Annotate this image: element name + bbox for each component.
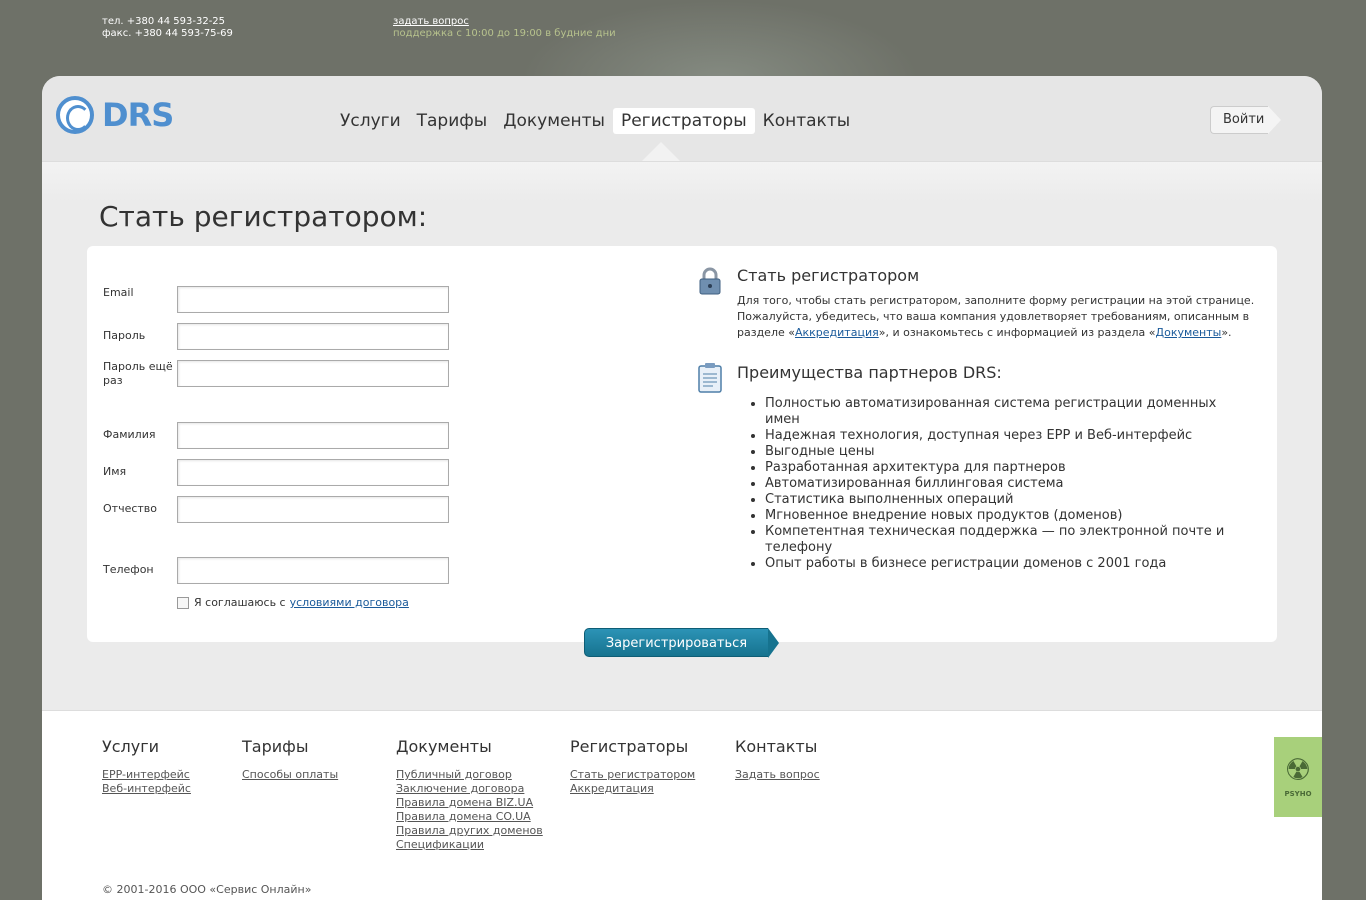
become-registrar-heading: Стать регистратором — [737, 266, 920, 285]
nav-item-registrars[interactable]: Регистраторы — [612, 108, 755, 134]
footer-link[interactable]: Задать вопрос — [735, 768, 820, 782]
logo-icon — [56, 96, 94, 134]
list-item: Разработанная архитектура для партнеров — [765, 460, 1255, 476]
firstname-row: Имя — [103, 459, 449, 486]
lastname-label: Фамилия — [103, 428, 156, 441]
site-header: DRS Услуги Тарифы Документы Регистраторы… — [42, 76, 1322, 162]
password-label: Пароль — [103, 329, 146, 342]
info-text-part-3: ». — [1221, 326, 1232, 339]
site-footer: Услуги EPP-интерфейс Веб-интерфейс Тариф… — [42, 710, 1322, 900]
list-item: Полностью автоматизированная система рег… — [765, 396, 1255, 428]
footer-col-documents: Документы Публичный договор Заключение д… — [396, 737, 543, 852]
lastname-field[interactable] — [177, 422, 449, 449]
footer-heading: Тарифы — [242, 737, 309, 756]
login-button[interactable]: Войти — [1210, 106, 1281, 134]
footer-col-contacts: Контакты Задать вопрос — [735, 737, 820, 782]
list-item: Компетентная техническая поддержка — по … — [765, 524, 1255, 556]
footer-link[interactable]: Правила других доменов — [396, 824, 543, 838]
email-label: Email — [103, 286, 134, 299]
accreditation-link[interactable]: Аккредитация — [795, 326, 879, 339]
lastname-row: Фамилия — [103, 422, 449, 449]
list-item: Надежная технология, доступная через EPP… — [765, 428, 1255, 444]
page-container: DRS Услуги Тарифы Документы Регистраторы… — [42, 76, 1322, 900]
middlename-row: Отчество — [103, 496, 449, 523]
footer-heading: Регистраторы — [570, 737, 689, 756]
become-registrar-block: Стать регистратором Для того, чтобы стат… — [695, 266, 1255, 341]
agree-text: Я соглашаюсь с — [194, 596, 286, 609]
contact-info: тел. +380 44 593-32-25 факс. +380 44 593… — [102, 16, 233, 40]
footer-link[interactable]: Правила домена BIZ.UA — [396, 796, 543, 810]
copyright: © 2001-2016 ООО «Сервис Онлайн» — [102, 883, 312, 896]
logo[interactable]: DRS — [56, 96, 174, 134]
agree-checkbox[interactable] — [177, 596, 189, 609]
password-repeat-field[interactable] — [177, 360, 449, 387]
psyho-label: PSYHO — [1284, 790, 1312, 798]
benefits-heading: Преимущества партнеров DRS: — [737, 363, 1002, 382]
footer-link[interactable]: Спецификации — [396, 838, 543, 852]
page-title: Стать регистратором: — [99, 200, 428, 233]
password-repeat-row: Пароль ещё раз — [103, 360, 449, 388]
password-field[interactable] — [177, 323, 449, 350]
lock-icon — [699, 267, 721, 295]
phone-row: Телефон — [103, 557, 449, 584]
firstname-label: Имя — [103, 465, 127, 478]
footer-link[interactable]: Аккредитация — [570, 782, 695, 796]
nav-item-services[interactable]: Услуги — [332, 108, 409, 134]
list-item: Выгодные цены — [765, 444, 1255, 460]
footer-link[interactable]: Правила домена CO.UA — [396, 810, 543, 824]
footer-heading: Контакты — [735, 737, 818, 756]
info-panel: Стать регистратором Для того, чтобы стат… — [695, 266, 1255, 572]
list-item: Мгновенное внедрение новых продуктов (до… — [765, 508, 1255, 524]
list-item: Статистика выполненных операций — [765, 492, 1255, 508]
footer-link[interactable]: Публичный договор — [396, 768, 543, 782]
middlename-field[interactable] — [177, 496, 449, 523]
password-repeat-label: Пароль ещё раз — [103, 360, 173, 387]
phone-label: Телефон — [103, 563, 154, 576]
email-field[interactable] — [177, 286, 449, 313]
psyho-logo-icon: ☢ — [1284, 753, 1312, 788]
footer-heading: Услуги — [102, 737, 160, 756]
support-info: задать вопрос поддержка с 10:00 до 19:00… — [393, 16, 616, 40]
ask-question-link[interactable]: задать вопрос — [393, 16, 469, 27]
documents-link[interactable]: Документы — [1156, 326, 1222, 339]
footer-link[interactable]: Способы оплаты — [242, 768, 338, 782]
password-row: Пароль — [103, 323, 449, 350]
nav-active-pointer — [642, 142, 680, 161]
phone-number: тел. +380 44 593-32-25 — [102, 16, 226, 27]
phone-field[interactable] — [177, 557, 449, 584]
fax-number: факс. +380 44 593-75-69 — [102, 28, 233, 39]
list-item: Опыт работы в бизнесе регистрации домено… — [765, 556, 1255, 572]
email-row: Email — [103, 286, 449, 313]
psyho-badge[interactable]: ☢ PSYHO — [1274, 737, 1322, 817]
nav-item-tariffs[interactable]: Тарифы — [409, 108, 496, 134]
agree-row: Я соглашаюсь с условиями договора — [177, 596, 409, 609]
info-text-part-2: », и ознакомьтесь с информацией из разде… — [878, 326, 1156, 339]
become-registrar-text: Для того, чтобы стать регистратором, зап… — [737, 293, 1255, 341]
contract-terms-link[interactable]: условиями договора — [290, 596, 409, 609]
benefits-list: Полностью автоматизированная система рег… — [737, 396, 1255, 572]
footer-heading: Документы — [396, 737, 492, 756]
nav-item-documents[interactable]: Документы — [495, 108, 613, 134]
firstname-field[interactable] — [177, 459, 449, 486]
footer-col-services: Услуги EPP-интерфейс Веб-интерфейс — [102, 737, 191, 796]
list-item: Автоматизированная биллинговая система — [765, 476, 1255, 492]
support-hours: поддержка с 10:00 до 19:00 в будние дни — [393, 28, 616, 39]
registration-card: Email Пароль Пароль ещё раз Фамилия Имя … — [87, 246, 1277, 642]
logo-text: DRS — [102, 96, 174, 134]
footer-link[interactable]: Стать регистратором — [570, 768, 695, 782]
footer-col-registrars: Регистраторы Стать регистратором Аккреди… — [570, 737, 695, 796]
footer-col-tariffs: Тарифы Способы оплаты — [242, 737, 338, 782]
footer-link[interactable]: Заключение договора — [396, 782, 543, 796]
register-button[interactable]: Зарегистрироваться — [584, 628, 779, 658]
footer-link[interactable]: Веб-интерфейс — [102, 782, 191, 796]
clipboard-icon — [698, 363, 722, 393]
nav-item-contacts[interactable]: Контакты — [755, 108, 859, 134]
benefits-block: Преимущества партнеров DRS: Полностью ав… — [695, 363, 1255, 572]
main-content: Стать регистратором: Email Пароль Пароль… — [42, 162, 1322, 710]
main-nav: Услуги Тарифы Документы Регистраторы Кон… — [332, 108, 858, 134]
footer-link[interactable]: EPP-интерфейс — [102, 768, 191, 782]
middlename-label: Отчество — [103, 502, 158, 515]
